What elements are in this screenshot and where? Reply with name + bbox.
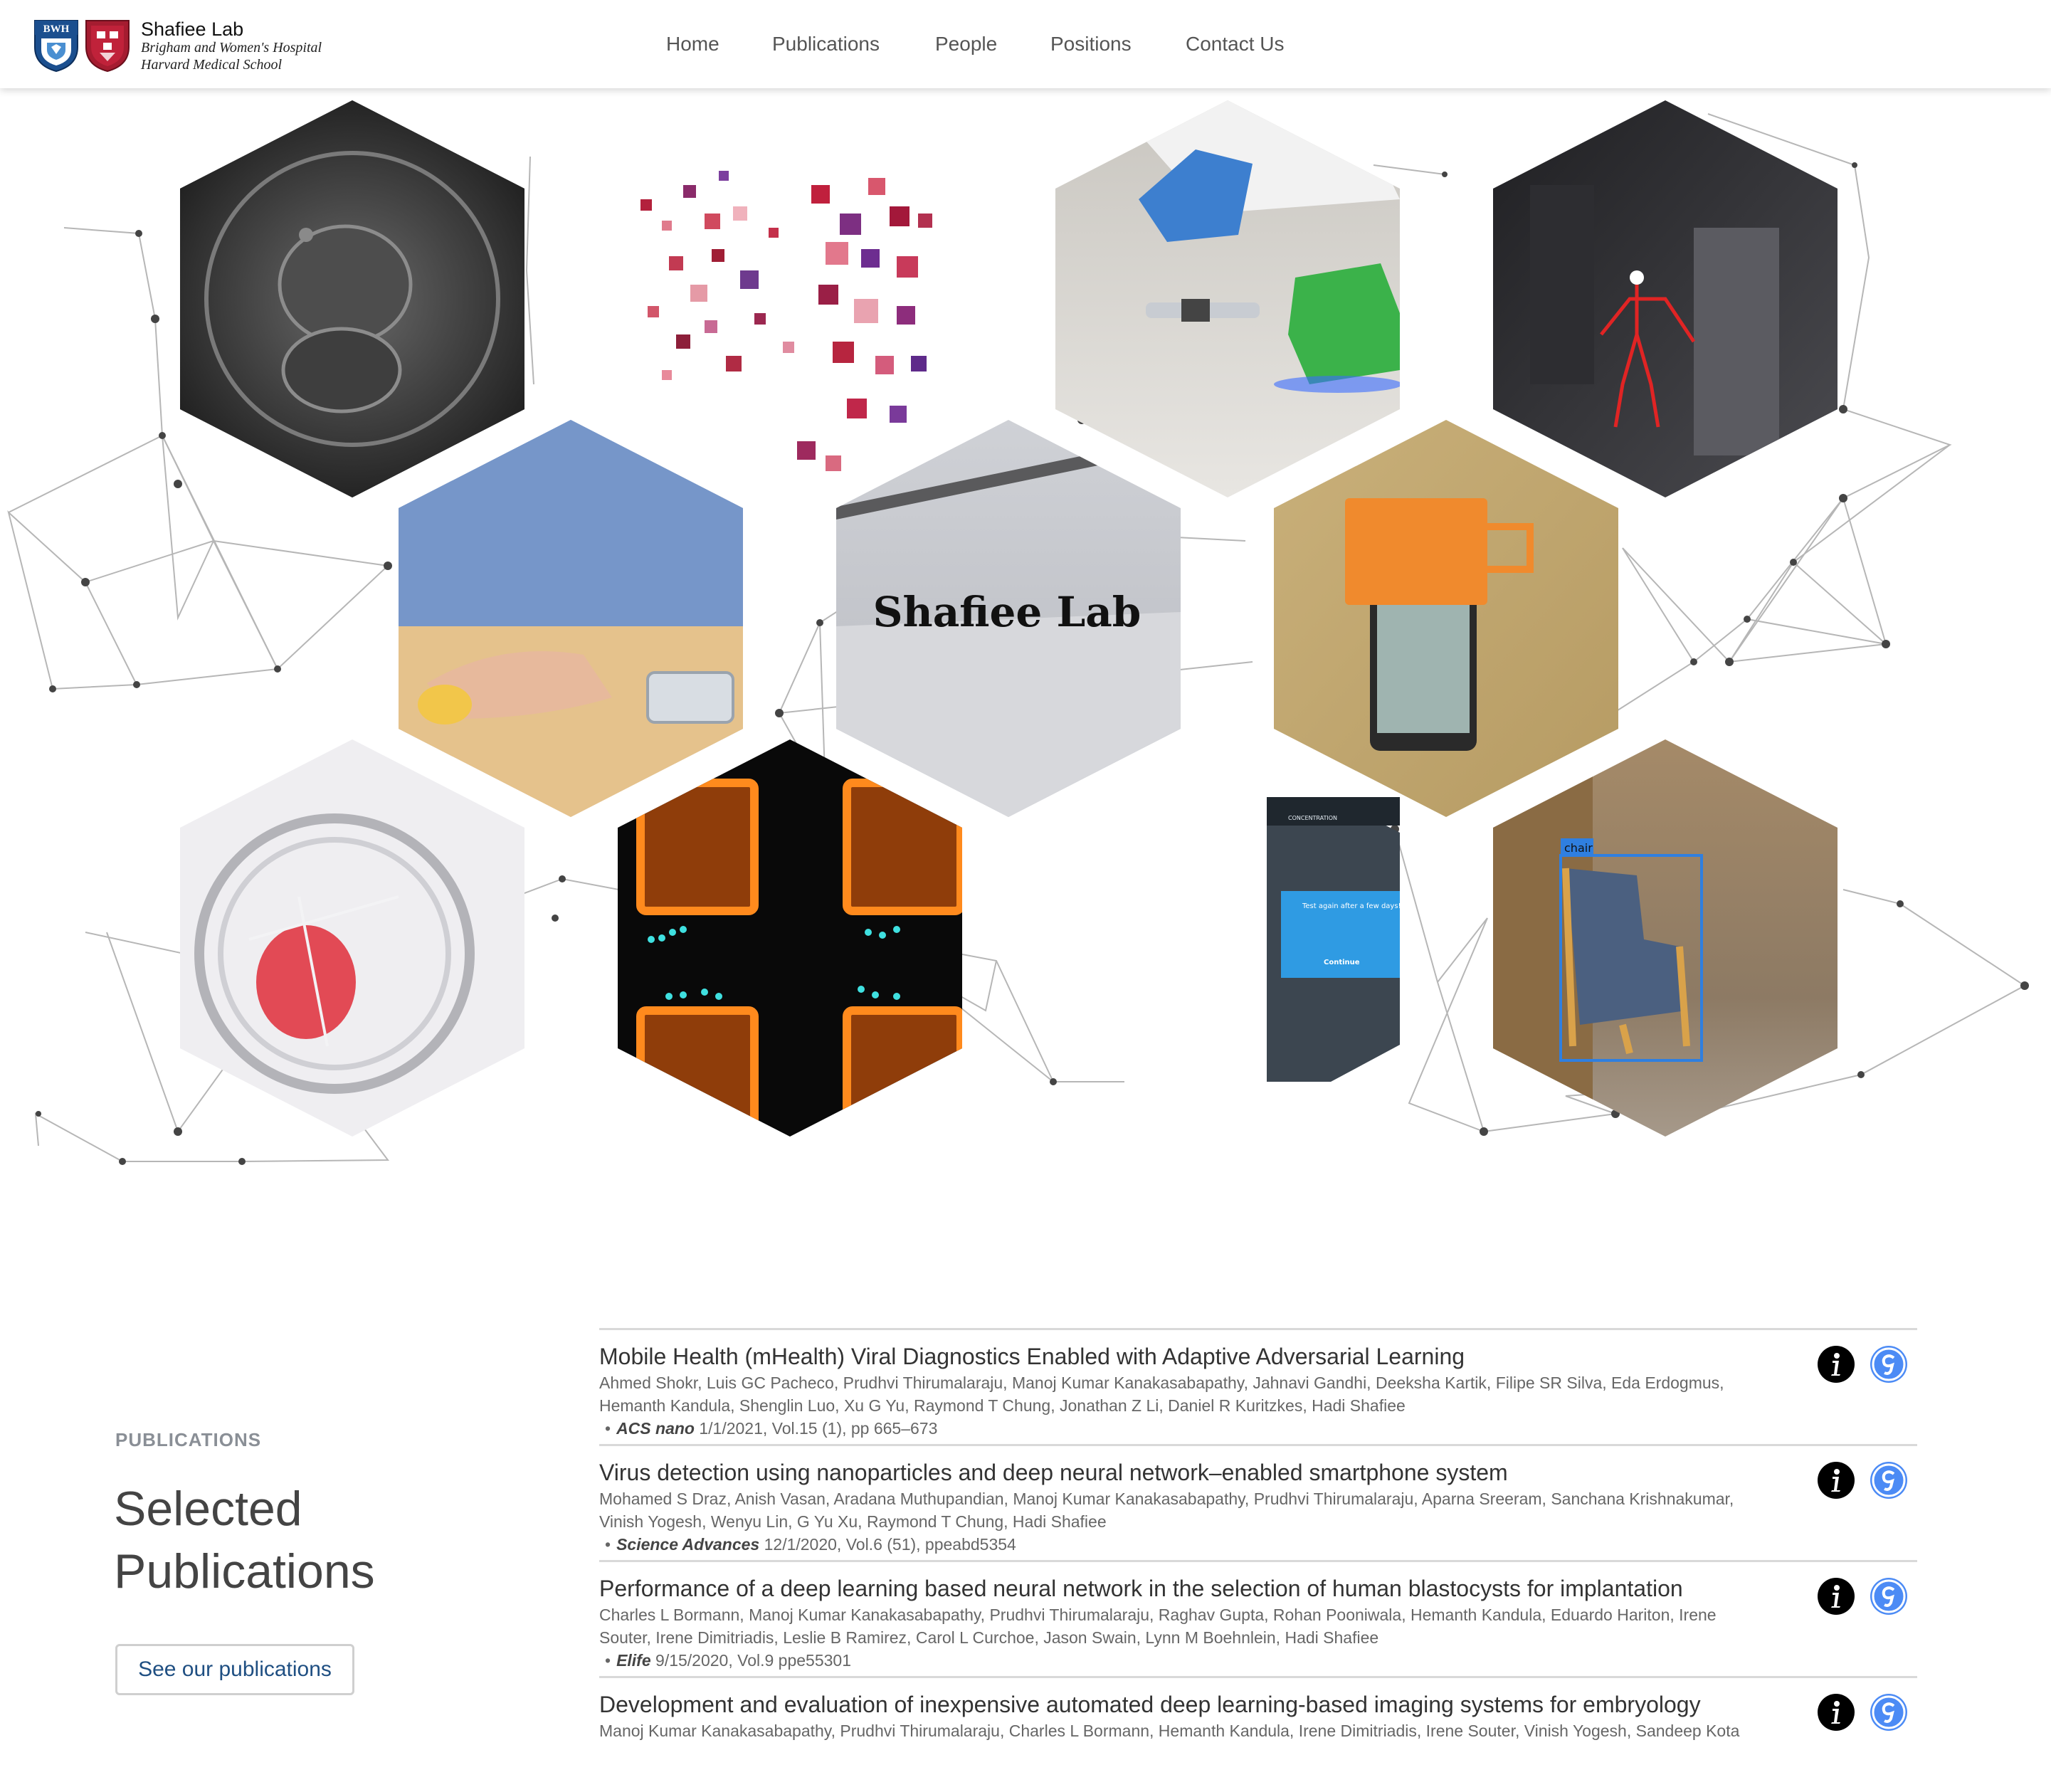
publication-journal: Elife bbox=[616, 1651, 651, 1670]
publication-item: Performance of a deep learning based neu… bbox=[599, 1560, 1917, 1676]
hex-phone-card-image: CONCENTRATION Test again after a few day… bbox=[1267, 797, 1401, 1082]
bullet-icon: • bbox=[605, 1651, 611, 1670]
hex-microfluidic-image bbox=[618, 739, 962, 1137]
publication-title[interactable]: Development and evaluation of inexpensiv… bbox=[599, 1691, 1917, 1718]
nav-people[interactable]: People bbox=[935, 33, 997, 56]
publication-authors: Ahmed Shokr, Luis GC Pacheco, Prudhvi Th… bbox=[599, 1374, 1724, 1415]
bullet-icon: • bbox=[605, 1535, 611, 1554]
publication-authors: Charles L Bormann, Manoj Kumar Kanakasab… bbox=[599, 1606, 1717, 1647]
publication-authors: Mohamed S Draz, Anish Vasan, Aradana Mut… bbox=[599, 1490, 1734, 1531]
publication-journal: ACS nano bbox=[616, 1419, 695, 1438]
phone-card-continue: Continue bbox=[1324, 959, 1360, 966]
hex-smartphone-test-image bbox=[399, 420, 743, 817]
publications-title-line2: Publications bbox=[114, 1544, 375, 1598]
hex-lab-sign-image: Shafiee Lab bbox=[836, 420, 1181, 817]
publication-item: Development and evaluation of inexpensiv… bbox=[599, 1676, 1917, 1792]
google-scholar-icon[interactable] bbox=[1870, 1462, 1907, 1499]
publication-details: 12/1/2020, Vol.6 (51), ppeabd5354 bbox=[764, 1535, 1016, 1554]
publications-title-line1: Selected bbox=[114, 1482, 302, 1536]
publication-source: • Science Advances 12/1/2020, Vol.6 (51),… bbox=[599, 1533, 1917, 1556]
hex-mosaic-image bbox=[618, 100, 962, 497]
publication-item: Mobile Health (mHealth) Viral Diagnostic… bbox=[599, 1328, 1917, 1444]
info-icon[interactable] bbox=[1818, 1694, 1855, 1731]
publication-title[interactable]: Performance of a deep learning based neu… bbox=[599, 1575, 1917, 1602]
publication-actions bbox=[1818, 1346, 1910, 1386]
hex-object-detection-image: chair bbox=[1493, 739, 1838, 1137]
publication-source: • ACS nano 1/1/2021, Vol.15 (1), pp 665–6… bbox=[599, 1417, 1917, 1440]
publication-title[interactable]: Mobile Health (mHealth) Viral Diagnostic… bbox=[599, 1343, 1917, 1370]
site-header: BWH Shafiee Lab Brigham and Women's Hosp… bbox=[0, 0, 2051, 88]
publication-journal: Science Advances bbox=[616, 1535, 760, 1554]
publication-actions bbox=[1818, 1694, 1910, 1734]
bullet-icon: • bbox=[605, 1419, 611, 1438]
publication-item: Virus detection using nanoparticles and … bbox=[599, 1444, 1917, 1560]
hex-orange-device-image bbox=[1274, 420, 1618, 817]
nav-home[interactable]: Home bbox=[666, 33, 719, 56]
publication-details: 9/15/2020, Vol.9 ppe55301 bbox=[655, 1651, 852, 1670]
publication-actions bbox=[1818, 1578, 1910, 1618]
google-scholar-icon[interactable] bbox=[1870, 1578, 1907, 1615]
hero-hexagon-grid: Shafiee Lab CONCENTRATION Test again aft… bbox=[0, 88, 2051, 1184]
nav-positions[interactable]: Positions bbox=[1050, 33, 1132, 56]
lab-sign-text: Shafiee Lab bbox=[873, 588, 1142, 636]
hex-pose-tracking-image bbox=[1493, 100, 1838, 497]
hero-graphic: Shafiee Lab CONCENTRATION Test again aft… bbox=[7, 100, 2029, 1165]
publication-details: 1/1/2021, Vol.15 (1), pp 665–673 bbox=[699, 1419, 938, 1438]
publication-list: Mobile Health (mHealth) Viral Diagnostic… bbox=[599, 1328, 1917, 1792]
info-icon[interactable] bbox=[1818, 1462, 1855, 1499]
hex-embryo-image bbox=[180, 100, 524, 497]
nav-contact-us[interactable]: Contact Us bbox=[1186, 33, 1285, 56]
hex-lab-device-image bbox=[1055, 100, 1400, 497]
see-publications-button[interactable]: See our publications bbox=[115, 1644, 354, 1695]
phone-card-title: CONCENTRATION bbox=[1288, 815, 1337, 821]
info-icon[interactable] bbox=[1818, 1578, 1855, 1615]
google-scholar-icon[interactable] bbox=[1870, 1346, 1907, 1383]
phone-card-heading: Test again after a few days! bbox=[1302, 902, 1401, 910]
publication-source: • Elife 9/15/2020, Vol.9 ppe55301 bbox=[599, 1649, 1917, 1672]
detection-label: chair bbox=[1564, 841, 1593, 855]
publication-actions bbox=[1818, 1462, 1910, 1502]
publications-kicker: PUBLICATIONS bbox=[115, 1429, 262, 1450]
google-scholar-icon[interactable] bbox=[1870, 1694, 1907, 1731]
publication-title[interactable]: Virus detection using nanoparticles and … bbox=[599, 1459, 1917, 1486]
publications-title: Selected Publications bbox=[114, 1477, 375, 1603]
hex-blood-sample-image bbox=[180, 739, 524, 1137]
nav-publications[interactable]: Publications bbox=[772, 33, 880, 56]
main-nav: Home Publications People Positions Conta… bbox=[0, 0, 2051, 88]
info-icon[interactable] bbox=[1818, 1346, 1855, 1383]
publication-authors: Manoj Kumar Kanakasabapathy, Prudhvi Thi… bbox=[599, 1722, 1740, 1740]
